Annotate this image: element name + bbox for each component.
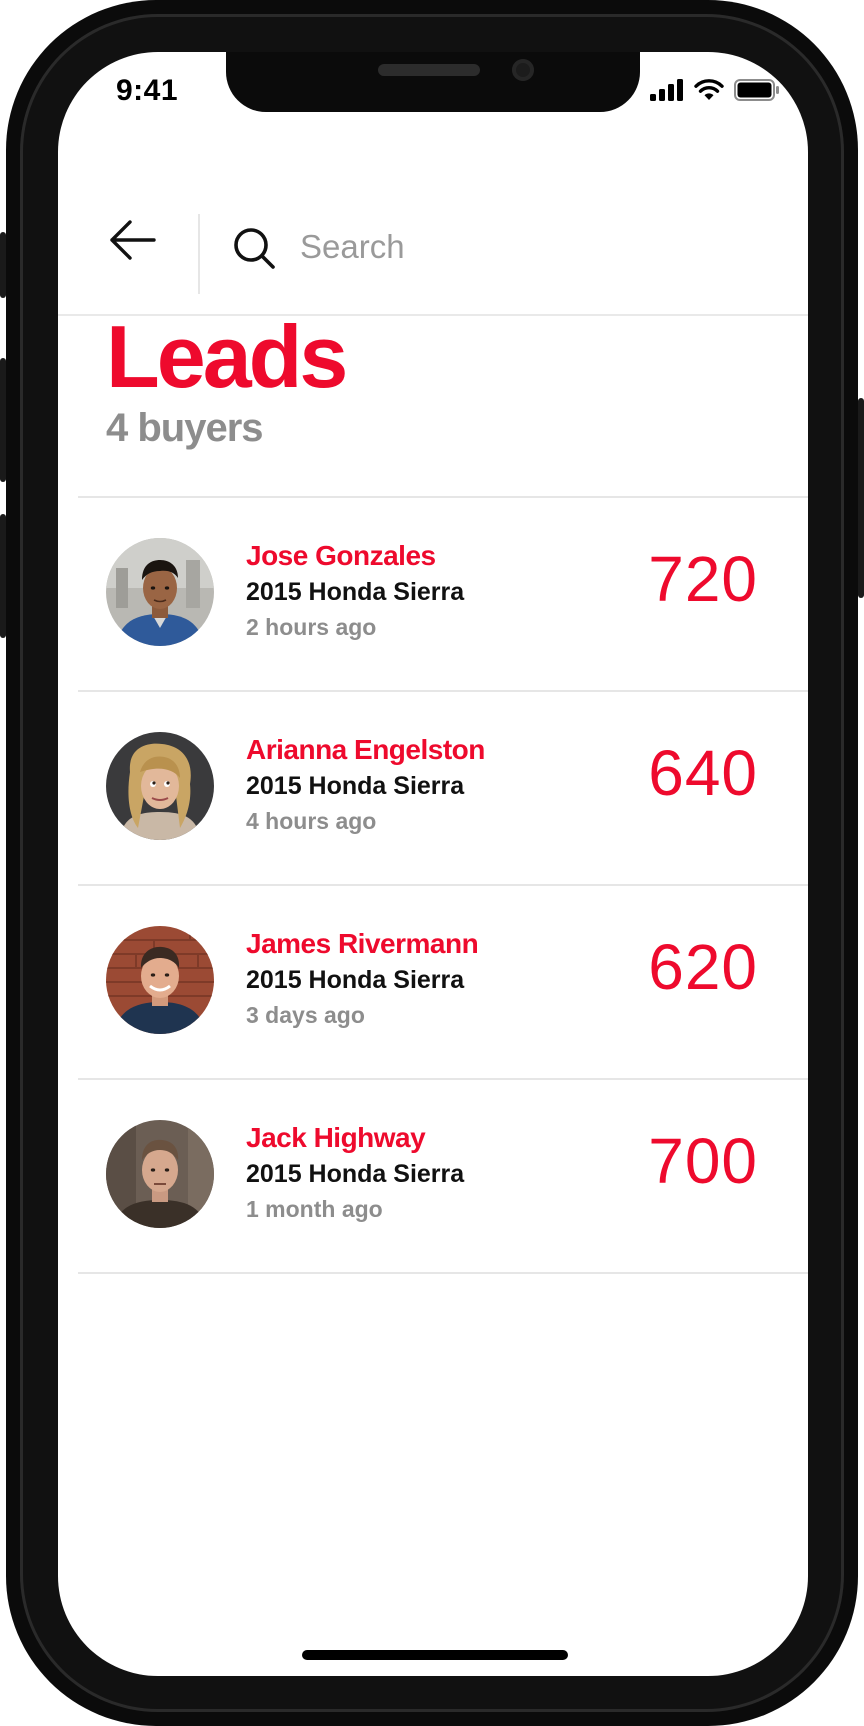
lead-score: 720 bbox=[648, 543, 758, 615]
lead-score: 700 bbox=[648, 1125, 758, 1197]
avatar bbox=[106, 732, 214, 840]
back-button[interactable] bbox=[106, 214, 158, 266]
lead-row[interactable]: Arianna Engelston 2015 Honda Sierra 4 ho… bbox=[78, 692, 808, 886]
home-indicator[interactable] bbox=[302, 1650, 568, 1660]
leads-list: Jose Gonzales 2015 Honda Sierra 2 hours … bbox=[78, 496, 808, 1274]
front-camera bbox=[512, 59, 534, 81]
status-time: 9:41 bbox=[116, 74, 179, 107]
lead-name: Jose Gonzales bbox=[246, 540, 436, 571]
lead-time: 2 hours ago bbox=[246, 614, 377, 640]
top-bar bbox=[58, 164, 808, 316]
speaker-grille bbox=[378, 64, 480, 76]
lead-vehicle: 2015 Honda Sierra bbox=[246, 966, 465, 994]
notch bbox=[226, 52, 640, 112]
lead-name: James Rivermann bbox=[246, 928, 479, 959]
status-icons bbox=[650, 79, 780, 101]
lead-time: 3 days ago bbox=[246, 1002, 365, 1028]
lead-name: Jack Highway bbox=[246, 1122, 426, 1153]
lead-vehicle: 2015 Honda Sierra bbox=[246, 578, 465, 606]
wifi-icon bbox=[694, 79, 724, 100]
page-title: Leads bbox=[106, 307, 348, 406]
lead-score: 620 bbox=[648, 931, 758, 1003]
cellular-signal-icon bbox=[650, 79, 683, 101]
lead-vehicle: 2015 Honda Sierra bbox=[246, 1160, 465, 1188]
avatar bbox=[106, 1120, 214, 1228]
side-button-left-2 bbox=[0, 358, 6, 482]
side-button-left-1 bbox=[0, 232, 6, 298]
side-button-left-3 bbox=[0, 514, 6, 638]
top-bar-divider bbox=[198, 214, 200, 294]
search-input[interactable] bbox=[298, 222, 738, 272]
avatar bbox=[106, 538, 214, 646]
buyer-count: 4 buyers bbox=[106, 406, 264, 450]
arrow-left-icon bbox=[110, 220, 156, 260]
lead-name: Arianna Engelston bbox=[246, 734, 485, 765]
lead-vehicle: 2015 Honda Sierra bbox=[246, 772, 465, 800]
battery-icon bbox=[734, 79, 779, 101]
lead-time: 4 hours ago bbox=[246, 808, 377, 834]
screen: 9:41 Search Leads 4 buyers Jose Gonzales… bbox=[58, 52, 808, 1676]
lead-score: 640 bbox=[648, 737, 758, 809]
side-button-right bbox=[858, 398, 864, 598]
lead-row[interactable]: Jose Gonzales 2015 Honda Sierra 2 hours … bbox=[78, 498, 808, 692]
search-icon bbox=[232, 226, 278, 272]
avatar bbox=[106, 926, 214, 1034]
lead-row[interactable]: Jack Highway 2015 Honda Sierra 1 month a… bbox=[78, 1080, 808, 1274]
lead-time: 1 month ago bbox=[246, 1196, 383, 1222]
lead-row[interactable]: James Rivermann 2015 Honda Sierra 3 days… bbox=[78, 886, 808, 1080]
